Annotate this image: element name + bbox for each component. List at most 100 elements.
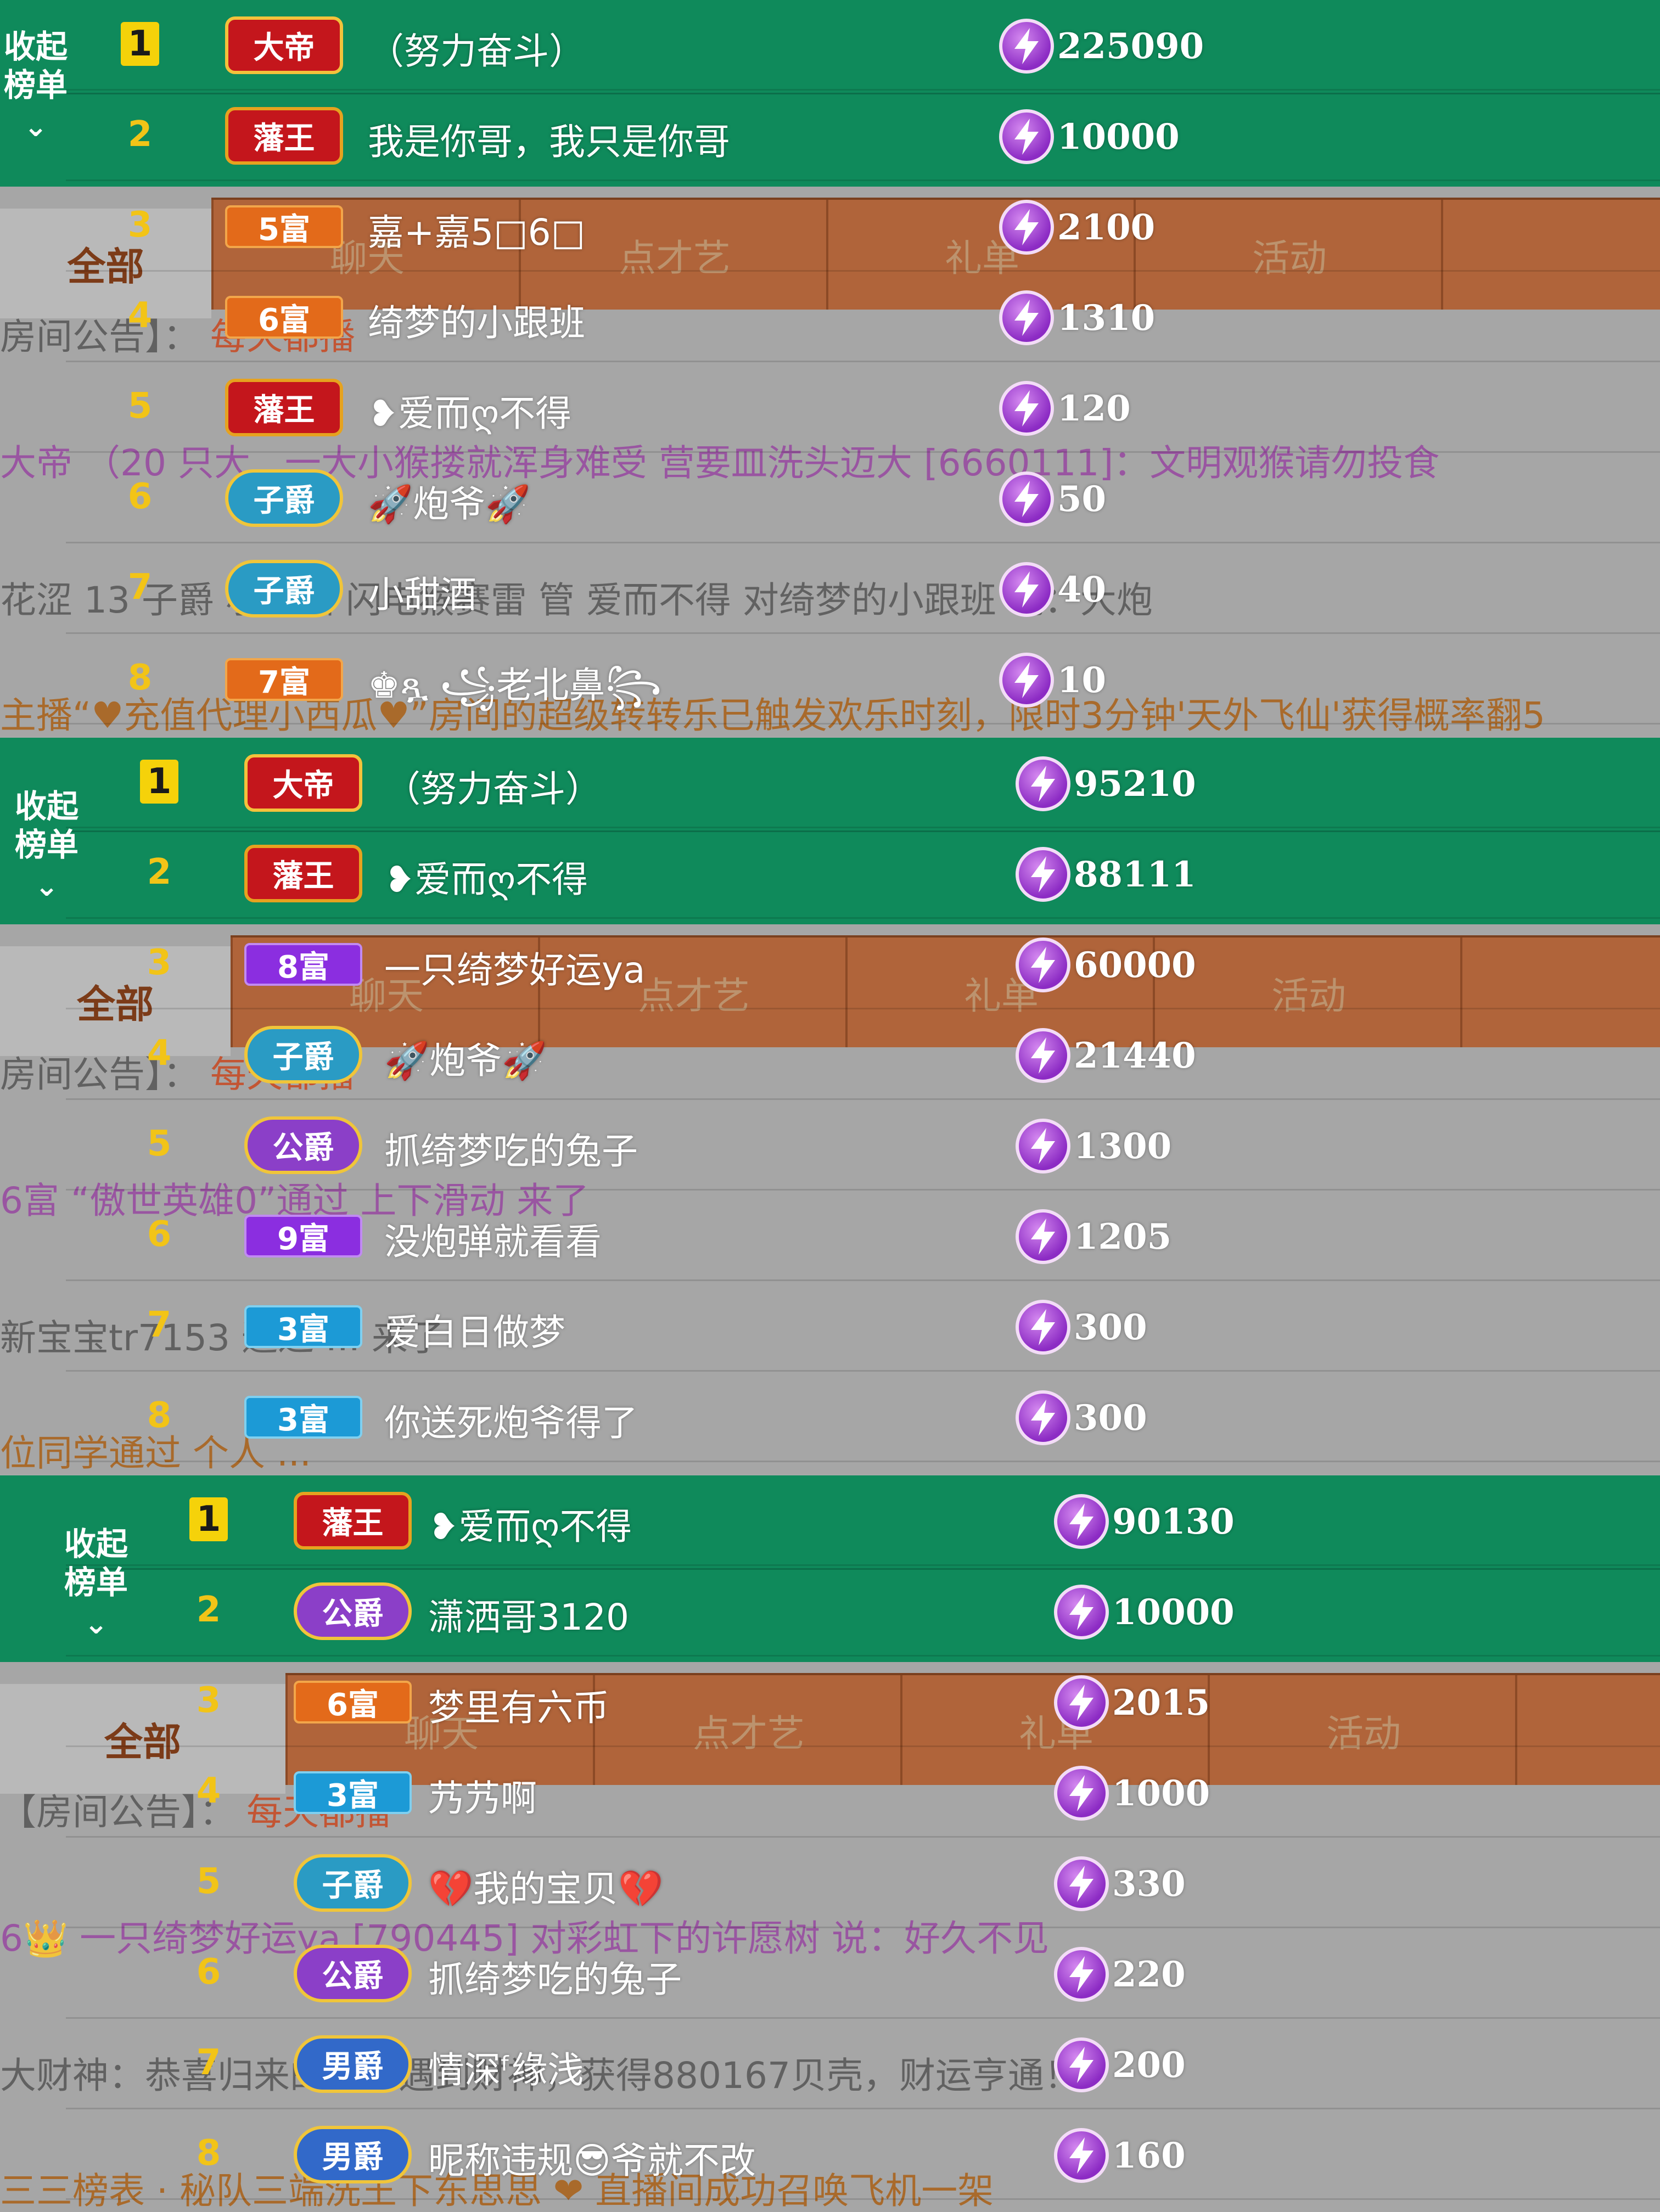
leaderboard-row[interactable]: 7 男爵 情深ᶠ缘浅 200: [0, 2019, 1660, 2109]
leaderboard-row[interactable]: 4 3富 艿艿啊 1000: [0, 1747, 1660, 1838]
username[interactable]: ❥爱而ღ不得: [368, 384, 571, 437]
contribution-score: 10000: [999, 109, 1180, 164]
lightning-bolt-icon: [1054, 1856, 1109, 1911]
lightning-bolt-icon: [1054, 2037, 1109, 2092]
rank-number: 1: [189, 1497, 228, 1541]
contribution-score: 120: [999, 381, 1131, 436]
user-level-badge: 3富: [294, 1771, 412, 1814]
leaderboard-row[interactable]: 8 7富 ♚ጿ ꧁老北鼻꧂ 10: [0, 634, 1660, 725]
leaderboard-row[interactable]: 6 公爵 抓绮梦吃的兔子 220: [0, 1928, 1660, 2019]
lightning-bolt-icon: [1054, 1494, 1109, 1549]
leaderboard-row[interactable]: 6 子爵 🚀炮爷🚀 50: [0, 453, 1660, 543]
username[interactable]: 一只绮梦好运ya: [384, 941, 646, 993]
leaderboard-row[interactable]: 6 9富 没炮弹就看看 1205: [0, 1191, 1660, 1281]
leaderboard-row[interactable]: 1 藩王 ❥爱而ღ不得 90130: [0, 1475, 1660, 1566]
leaderboard-row[interactable]: 8 3富 你送死炮爷得了 300: [0, 1372, 1660, 1462]
username[interactable]: 情深ᶠ缘浅: [428, 2041, 584, 2093]
leaderboard-row[interactable]: 2 公爵 潇洒哥3120 10000: [0, 1566, 1660, 1657]
contribution-score: 95210: [1016, 756, 1196, 811]
score-value: 2015: [1112, 1682, 1210, 1723]
lightning-bolt-icon: [999, 109, 1054, 164]
username[interactable]: 爱白日做梦: [384, 1303, 565, 1356]
leaderboard-row[interactable]: 5 子爵 💔我的宝贝💔 330: [0, 1838, 1660, 1928]
user-level-badge: 男爵: [294, 2035, 412, 2093]
username[interactable]: 抓绮梦吃的兔子: [428, 1950, 682, 2003]
username[interactable]: 潇洒哥3120: [428, 1588, 629, 1641]
score-value: 60000: [1074, 944, 1196, 986]
username[interactable]: （努力奋斗）: [384, 760, 602, 812]
leaderboard-row[interactable]: 7 子爵 小甜酒 40: [0, 543, 1660, 634]
leaderboard-row[interactable]: 4 子爵 🚀炮爷🚀 21440: [0, 1009, 1660, 1100]
user-level-badge: 9富: [244, 1215, 362, 1257]
username[interactable]: 绮梦的小跟班: [368, 294, 585, 346]
user-level-badge: 3富: [244, 1396, 362, 1439]
leaderboard-panel: 收起榜单⌄全部聊天点才艺礼单活动8房间公告】：每天都播大帝 （20 只大.. 一…: [0, 0, 1660, 737]
lightning-bolt-icon: [1054, 1947, 1109, 2002]
user-level-badge: 子爵: [244, 1026, 362, 1083]
leaderboard-panel: 收起榜单⌄全部聊天点才艺礼单活动1房间公告】：每天都播6富 “傲世英雄0”通过 …: [0, 738, 1660, 1474]
rank-number: 8: [127, 658, 153, 698]
user-level-badge: 3富: [244, 1305, 362, 1348]
user-level-badge: 6富: [225, 296, 343, 339]
lightning-bolt-icon: [1054, 2128, 1109, 2183]
leaderboard-row[interactable]: 5 藩王 ❥爱而ღ不得 120: [0, 362, 1660, 453]
leaderboard-row[interactable]: 3 5富 嘉+嘉5□6□ 2100: [0, 181, 1660, 272]
contribution-score: 160: [1054, 2128, 1186, 2183]
rank-number: 8: [147, 1395, 172, 1436]
rank-number: 4: [127, 295, 153, 336]
username[interactable]: ❥爱而ღ不得: [384, 850, 588, 903]
score-value: 1000: [1112, 1772, 1210, 1814]
lightning-bolt-icon: [999, 562, 1054, 617]
username[interactable]: （努力奋斗）: [368, 22, 585, 75]
contribution-score: 10: [999, 653, 1106, 708]
leaderboard-row[interactable]: 5 公爵 抓绮梦吃的兔子 1300: [0, 1100, 1660, 1191]
leaderboard-row[interactable]: 8 男爵 昵称违规😎爷就不改 160: [0, 2109, 1660, 2200]
username[interactable]: 我是你哥，我只是你哥: [368, 113, 730, 165]
rank-number: 7: [196, 2042, 221, 2083]
leaderboard-row[interactable]: 3 8富 一只绮梦好运ya 60000: [0, 919, 1660, 1009]
contribution-score: 88111: [1016, 847, 1196, 902]
leaderboard-row[interactable]: 1 大帝 （努力奋斗） 95210: [0, 738, 1660, 828]
username[interactable]: 嘉+嘉5□6□: [368, 203, 585, 256]
score-value: 10000: [1112, 1591, 1235, 1633]
score-value: 120: [1057, 388, 1131, 429]
score-value: 90130: [1112, 1501, 1235, 1542]
username[interactable]: ♚ጿ ꧁老北鼻꧂: [368, 656, 661, 731]
username[interactable]: ❥爱而ღ不得: [428, 1497, 632, 1550]
username[interactable]: 你送死炮爷得了: [384, 1394, 638, 1446]
score-value: 50: [1057, 478, 1107, 520]
lightning-bolt-icon: [999, 471, 1054, 526]
leaderboard-row[interactable]: 4 6富 绮梦的小跟班 1310: [0, 272, 1660, 362]
rank-number: 4: [196, 1771, 221, 1811]
contribution-score: 90130: [1054, 1494, 1235, 1549]
username[interactable]: 没炮弹就看看: [384, 1212, 602, 1265]
score-value: 160: [1112, 2135, 1186, 2176]
username[interactable]: 🚀炮爷🚀: [384, 1031, 547, 1084]
username[interactable]: 艿艿啊: [428, 1769, 537, 1822]
username[interactable]: 昵称违规😎爷就不改: [428, 2131, 756, 2184]
leaderboard-row[interactable]: 2 藩王 我是你哥，我只是你哥 10000: [0, 91, 1660, 181]
leaderboard-row[interactable]: 3 6富 梦里有六币 2015: [0, 1657, 1660, 1747]
rank-number: 3: [196, 1680, 221, 1721]
rank-number: 7: [147, 1305, 172, 1345]
user-level-badge: 8富: [244, 943, 362, 986]
contribution-score: 1205: [1016, 1209, 1171, 1264]
lightning-bolt-icon: [1016, 756, 1070, 811]
username[interactable]: 抓绮梦吃的兔子: [384, 1122, 638, 1175]
score-value: 95210: [1074, 763, 1196, 805]
username[interactable]: 🚀炮爷🚀: [368, 475, 530, 527]
contribution-score: 300: [1016, 1390, 1147, 1445]
lightning-bolt-icon: [999, 381, 1054, 436]
leaderboard-row[interactable]: 2 藩王 ❥爱而ღ不得 88111: [0, 828, 1660, 919]
contribution-score: 200: [1054, 2037, 1186, 2092]
score-value: 1205: [1074, 1216, 1172, 1257]
username[interactable]: 💔我的宝贝💔: [428, 1860, 663, 1912]
leaderboard-row[interactable]: 7 3富 爱白日做梦 300: [0, 1281, 1660, 1372]
score-value: 300: [1074, 1306, 1147, 1348]
rank-number: 3: [147, 942, 172, 983]
score-value: 88111: [1074, 854, 1196, 895]
username[interactable]: 小甜酒: [368, 565, 476, 618]
username[interactable]: 梦里有六币: [428, 1678, 609, 1731]
leaderboard-row[interactable]: 1 大帝 （努力奋斗） 225090: [0, 0, 1660, 91]
rank-number: 1: [121, 22, 159, 66]
